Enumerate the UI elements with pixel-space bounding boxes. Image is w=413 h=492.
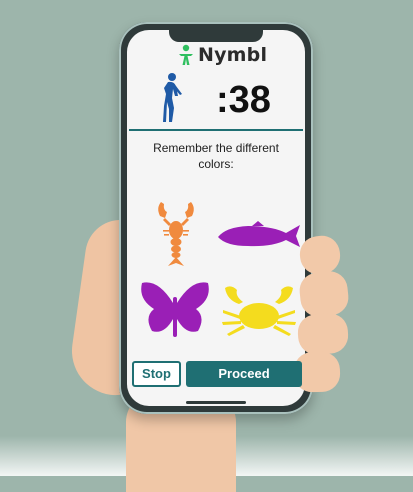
proceed-button[interactable]: Proceed xyxy=(186,361,302,387)
butterfly-icon xyxy=(141,282,209,337)
finger xyxy=(296,312,350,356)
logo-text: Nymbl xyxy=(198,44,268,66)
countdown-timer: :38 xyxy=(216,79,271,121)
phone-notch xyxy=(169,30,263,42)
instruction-text: Remember the different colors: xyxy=(153,141,279,171)
lobster-icon xyxy=(158,202,194,266)
app-logo: Nymbl xyxy=(178,43,267,67)
stop-button[interactable]: Stop xyxy=(132,361,181,387)
divider xyxy=(129,129,303,131)
fish-icon xyxy=(218,221,300,247)
standing-figure-icon xyxy=(163,73,182,122)
person-logo-icon xyxy=(179,44,193,65)
finger xyxy=(297,269,351,319)
home-indicator xyxy=(186,401,246,404)
crab-icon xyxy=(222,286,296,336)
